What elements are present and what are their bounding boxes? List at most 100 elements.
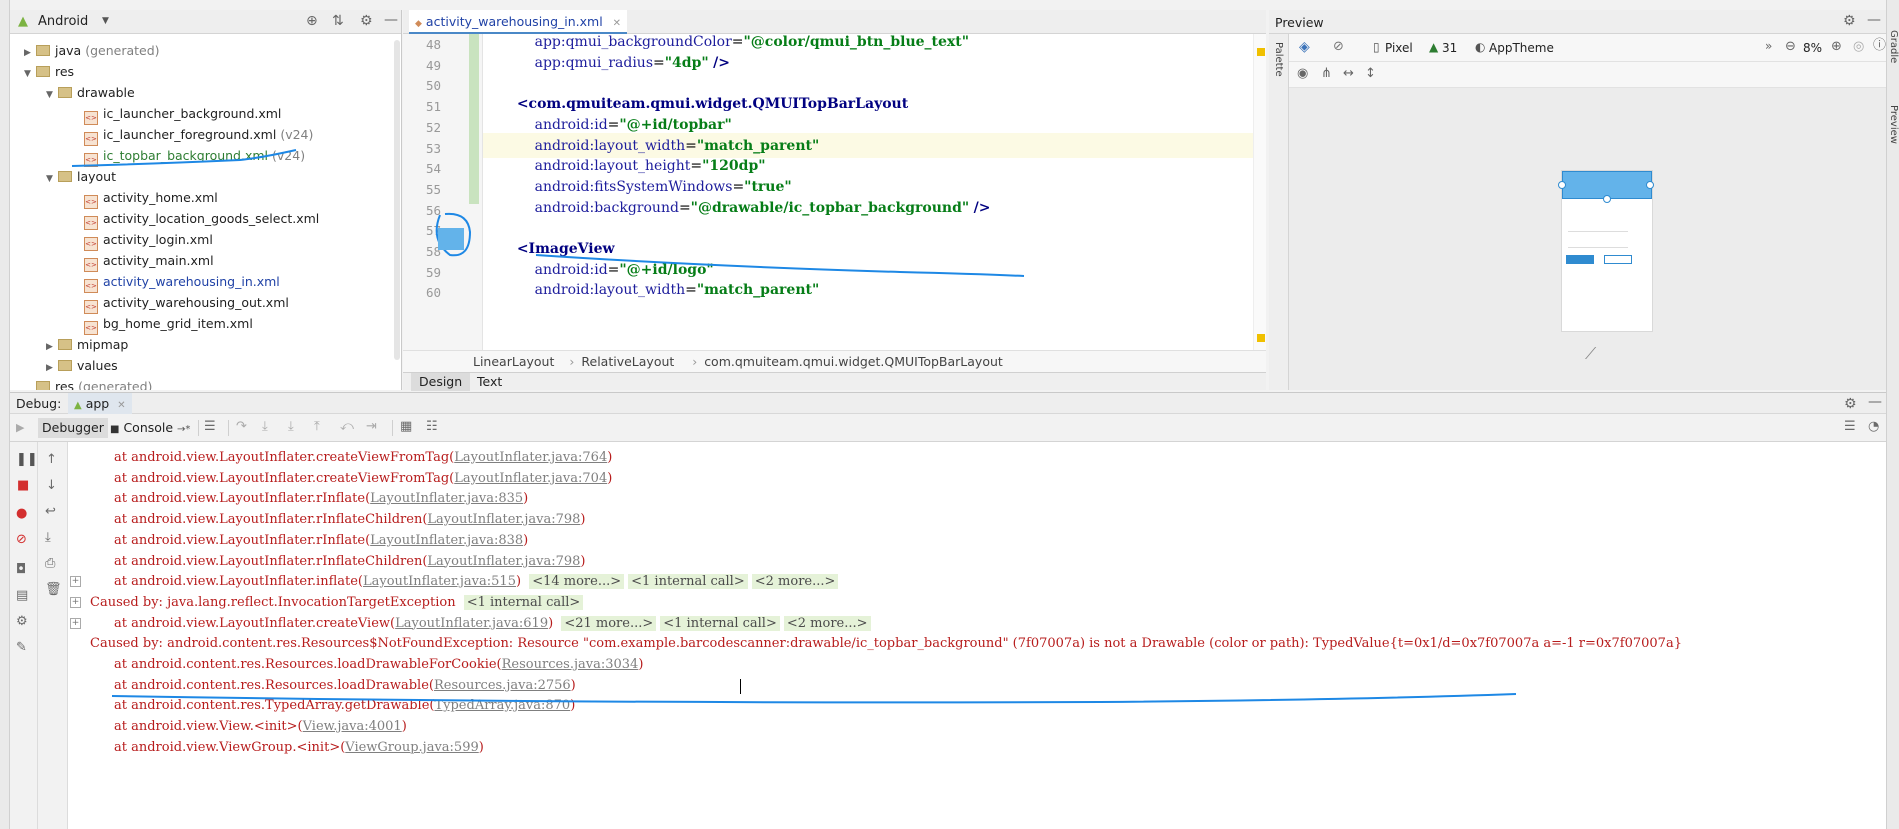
pause-icon[interactable]: ❚❚ [16, 452, 38, 467]
stack-trace-link[interactable]: LayoutInflater.java:704 [454, 471, 607, 486]
code-line[interactable]: android:layout_height="120dp" [499, 158, 766, 174]
folded-frames-badge[interactable]: <14 more...> [529, 574, 625, 590]
stack-trace-link[interactable]: LayoutInflater.java:515 [363, 574, 516, 589]
tree-item[interactable]: <> activity_main.xml [72, 250, 214, 272]
code-line[interactable]: android:layout_width="match_parent" [499, 138, 820, 154]
editor-tab[interactable]: ◆ activity_warehousing_in.xml ✕ [409, 10, 628, 34]
code-line[interactable]: android:layout_width="match_parent" [499, 282, 820, 298]
tree-item[interactable]: res (generated) [24, 376, 152, 390]
close-icon[interactable]: ✕ [613, 19, 621, 29]
stack-trace-link[interactable]: TypedArray.java:870 [434, 698, 570, 713]
api-selector[interactable]: 31 [1442, 41, 1457, 55]
debug-config-tab[interactable]: ▲ app ✕ [68, 393, 132, 415]
camera-icon[interactable]: ◘ [16, 562, 26, 577]
gear-icon[interactable]: ⚙ [16, 614, 28, 629]
tree-item[interactable]: <> activity_location_goods_select.xml [72, 208, 319, 230]
folded-frames-badge[interactable]: <1 internal call> [660, 615, 780, 631]
stop-icon[interactable]: ■ [17, 478, 29, 493]
palette-tab[interactable]: Palette [1273, 42, 1284, 77]
tree-item[interactable]: <> activity_warehousing_out.xml [72, 292, 289, 314]
theme-selector[interactable]: AppTheme [1489, 41, 1554, 55]
print-icon[interactable]: ⎙ [45, 556, 55, 571]
expand-icon[interactable]: + [70, 596, 81, 608]
folded-frames-badge[interactable]: <2 more...> [783, 615, 871, 631]
stack-trace-link[interactable]: LayoutInflater.java:798 [427, 512, 580, 527]
tree-item[interactable]: ▼ drawable [46, 82, 135, 103]
chevron-down-icon[interactable]: ▼ [102, 17, 109, 26]
tab-console[interactable]: ■ Console →* [106, 418, 194, 438]
code-line[interactable]: app:qmui_backgroundColor="@color/qmui_bt… [499, 34, 969, 50]
force-step-into-icon[interactable]: ⤓ [288, 419, 294, 434]
folded-frames-badge[interactable]: <2 more...> [751, 574, 839, 590]
menu-icon[interactable]: ☰ [204, 419, 216, 434]
tree-item[interactable]: ▶ java (generated) [24, 40, 160, 61]
tree-item[interactable]: <> activity_home.xml [72, 187, 218, 209]
folded-frames-badge[interactable]: <1 internal call> [628, 574, 748, 590]
chevron-down-icon[interactable]: ▼ [24, 64, 36, 85]
stack-trace-link[interactable]: Resources.java:3034 [502, 657, 639, 672]
minimize-icon[interactable]: — [1868, 395, 1882, 409]
design-canvas[interactable]: ⟋ [1289, 88, 1886, 390]
step-into-icon[interactable]: ⤓ [262, 419, 268, 434]
folded-frames-badge[interactable]: <1 internal call> [463, 594, 584, 610]
layout-icon[interactable]: ▤ [16, 588, 28, 603]
tab-text[interactable]: Text [469, 373, 510, 391]
expand-icon[interactable]: + [70, 576, 81, 588]
breadcrumb-item[interactable]: LinearLayout [473, 351, 554, 373]
view-breakpoints-icon[interactable]: ● [16, 506, 27, 521]
gear-icon[interactable]: ⚙ [360, 14, 373, 28]
trash-icon[interactable]: 🗑 [45, 582, 62, 597]
evaluate-icon[interactable]: ▦ [400, 419, 412, 434]
stack-trace-link[interactable]: LayoutInflater.java:835 [370, 491, 523, 506]
gradle-side-tab[interactable]: Gradle [1888, 30, 1899, 63]
resize-handle[interactable] [1603, 195, 1611, 203]
project-view-selector[interactable]: Android [38, 14, 88, 29]
phone-preview[interactable] [1558, 170, 1654, 332]
drop-frame-icon[interactable]: ⤺ [340, 419, 354, 434]
tree-item[interactable]: ▶ values [46, 355, 118, 376]
code-line[interactable]: android:background="@drawable/ic_topbar_… [499, 200, 991, 216]
stack-trace-link[interactable]: LayoutInflater.java:798 [427, 554, 580, 569]
expand-icon[interactable]: + [70, 617, 81, 629]
stack-trace-link[interactable]: View.java:4001 [303, 719, 402, 734]
folded-frames-badge[interactable]: <21 more...> [561, 615, 657, 631]
console-output[interactable]: at android.view.LayoutInflater.createVie… [68, 442, 1886, 829]
resize-handle[interactable] [1558, 181, 1566, 189]
code-line[interactable]: <ImageView [499, 241, 615, 257]
tree-item[interactable]: ▼ res [24, 61, 74, 82]
info-icon[interactable]: ⓘ [1873, 39, 1886, 52]
chevron-down-icon[interactable]: ▼ [46, 85, 58, 106]
stack-trace-link[interactable]: LayoutInflater.java:838 [370, 533, 523, 548]
step-out-icon[interactable]: ⤒ [314, 419, 320, 434]
tree-item[interactable]: ▼ layout [46, 166, 116, 187]
tree-item[interactable]: <> ic_launcher_background.xml [72, 103, 281, 125]
device-icon[interactable]: ▯ [1373, 41, 1380, 53]
layout-icon[interactable]: ☰ [1844, 419, 1856, 434]
more-icon[interactable]: » [1765, 40, 1772, 52]
breadcrumb-item[interactable]: com.qmuiteam.qmui.widget.QMUITopBarLayou… [704, 351, 1003, 373]
magnet-icon[interactable]: ⋔ [1321, 67, 1332, 80]
step-over-icon[interactable]: ↷ [236, 419, 247, 434]
tree-item[interactable]: <> activity_login.xml [72, 229, 213, 251]
orientation-icon[interactable]: ⊘ [1333, 40, 1344, 53]
code-line[interactable]: android:id="@+id/topbar" [499, 117, 732, 133]
down-arrow-icon[interactable]: ↓ [46, 478, 57, 493]
zoom-reset-icon[interactable]: ◎ [1853, 40, 1864, 53]
preview-side-tab[interactable]: Preview [1888, 105, 1899, 144]
stack-trace-link[interactable]: ViewGroup.java:599 [345, 740, 478, 755]
minimize-icon[interactable]: — [1867, 13, 1881, 27]
mute-breakpoints-icon[interactable]: ⊘ [16, 532, 27, 547]
stack-trace-link[interactable]: LayoutInflater.java:619 [395, 616, 548, 631]
tab-debugger[interactable]: Debugger [38, 418, 108, 438]
zoom-out-icon[interactable]: ⊖ [1785, 40, 1796, 53]
zoom-in-icon[interactable]: ⊕ [1831, 40, 1842, 53]
soft-wrap-icon[interactable]: ↩ [45, 504, 56, 519]
run-to-cursor-icon[interactable]: ⇥ [366, 419, 377, 434]
gauge-icon[interactable]: ◔ [1868, 419, 1879, 434]
tree-item[interactable]: <> activity_warehousing_in.xml [72, 271, 280, 293]
gear-icon[interactable]: ⚙ [1843, 14, 1856, 28]
tree-item[interactable]: <> ic_topbar_background.xml (v24) [72, 145, 305, 167]
chevron-down-icon[interactable]: ▼ [46, 169, 58, 190]
trace-icon[interactable]: ☷ [426, 419, 438, 434]
collapse-icon[interactable]: ⇅ [332, 14, 344, 28]
